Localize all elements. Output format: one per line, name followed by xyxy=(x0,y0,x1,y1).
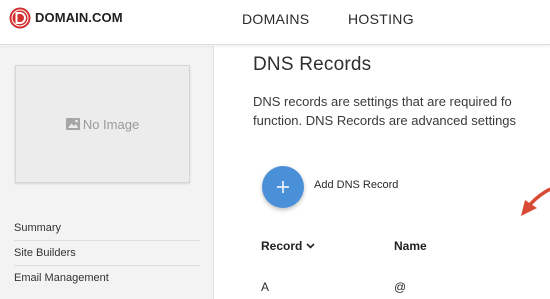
plus-icon xyxy=(277,181,289,193)
top-navigation-bar: DOMAIN.COM DOMAINS HOSTING xyxy=(0,0,550,45)
image-icon xyxy=(65,118,80,130)
cell-name: @ xyxy=(394,280,407,294)
chevron-down-icon xyxy=(306,243,315,249)
no-image-text: No Image xyxy=(82,116,140,132)
arrow-annotation xyxy=(521,187,550,216)
column-header-record-label: Record xyxy=(261,239,303,253)
brand[interactable]: DOMAIN.COM xyxy=(9,7,123,29)
page-title: DNS Records xyxy=(253,54,372,75)
main-content: DNS Records DNS records are settings tha… xyxy=(215,46,550,299)
table-header: Record Name xyxy=(261,239,550,257)
column-header-name-label: Name xyxy=(394,239,427,253)
site-thumbnail: No Image xyxy=(15,65,190,183)
table-row[interactable]: A @ xyxy=(261,280,550,298)
add-dns-record-button[interactable] xyxy=(262,166,304,208)
sidebar-item-email-management[interactable]: Email Management xyxy=(14,266,200,291)
app-window: DOMAIN.COM DOMAINS HOSTING No Image Summ… xyxy=(0,0,550,299)
column-header-record[interactable]: Record xyxy=(261,239,315,253)
add-dns-record-label[interactable]: Add DNS Record xyxy=(314,179,398,191)
page-description: DNS records are settings that are requir… xyxy=(253,92,550,130)
sidebar-item-summary[interactable]: Summary xyxy=(14,216,200,241)
description-line-1: DNS records are settings that are requir… xyxy=(253,94,512,109)
sidebar-item-site-builders[interactable]: Site Builders xyxy=(14,241,200,266)
sidebar: No Image Summary Site Builders Email Man… xyxy=(0,46,214,299)
description-line-2: function. DNS Records are advanced setti… xyxy=(253,113,517,128)
brand-name: DOMAIN.COM xyxy=(35,10,123,25)
sidebar-nav: Summary Site Builders Email Management xyxy=(14,216,200,291)
nav-hosting[interactable]: HOSTING xyxy=(348,11,414,27)
column-header-name: Name xyxy=(394,239,427,253)
domain-logo-icon xyxy=(9,7,31,29)
cell-record: A xyxy=(261,280,270,294)
no-image-placeholder: No Image xyxy=(65,116,140,132)
nav-domains[interactable]: DOMAINS xyxy=(242,11,309,27)
